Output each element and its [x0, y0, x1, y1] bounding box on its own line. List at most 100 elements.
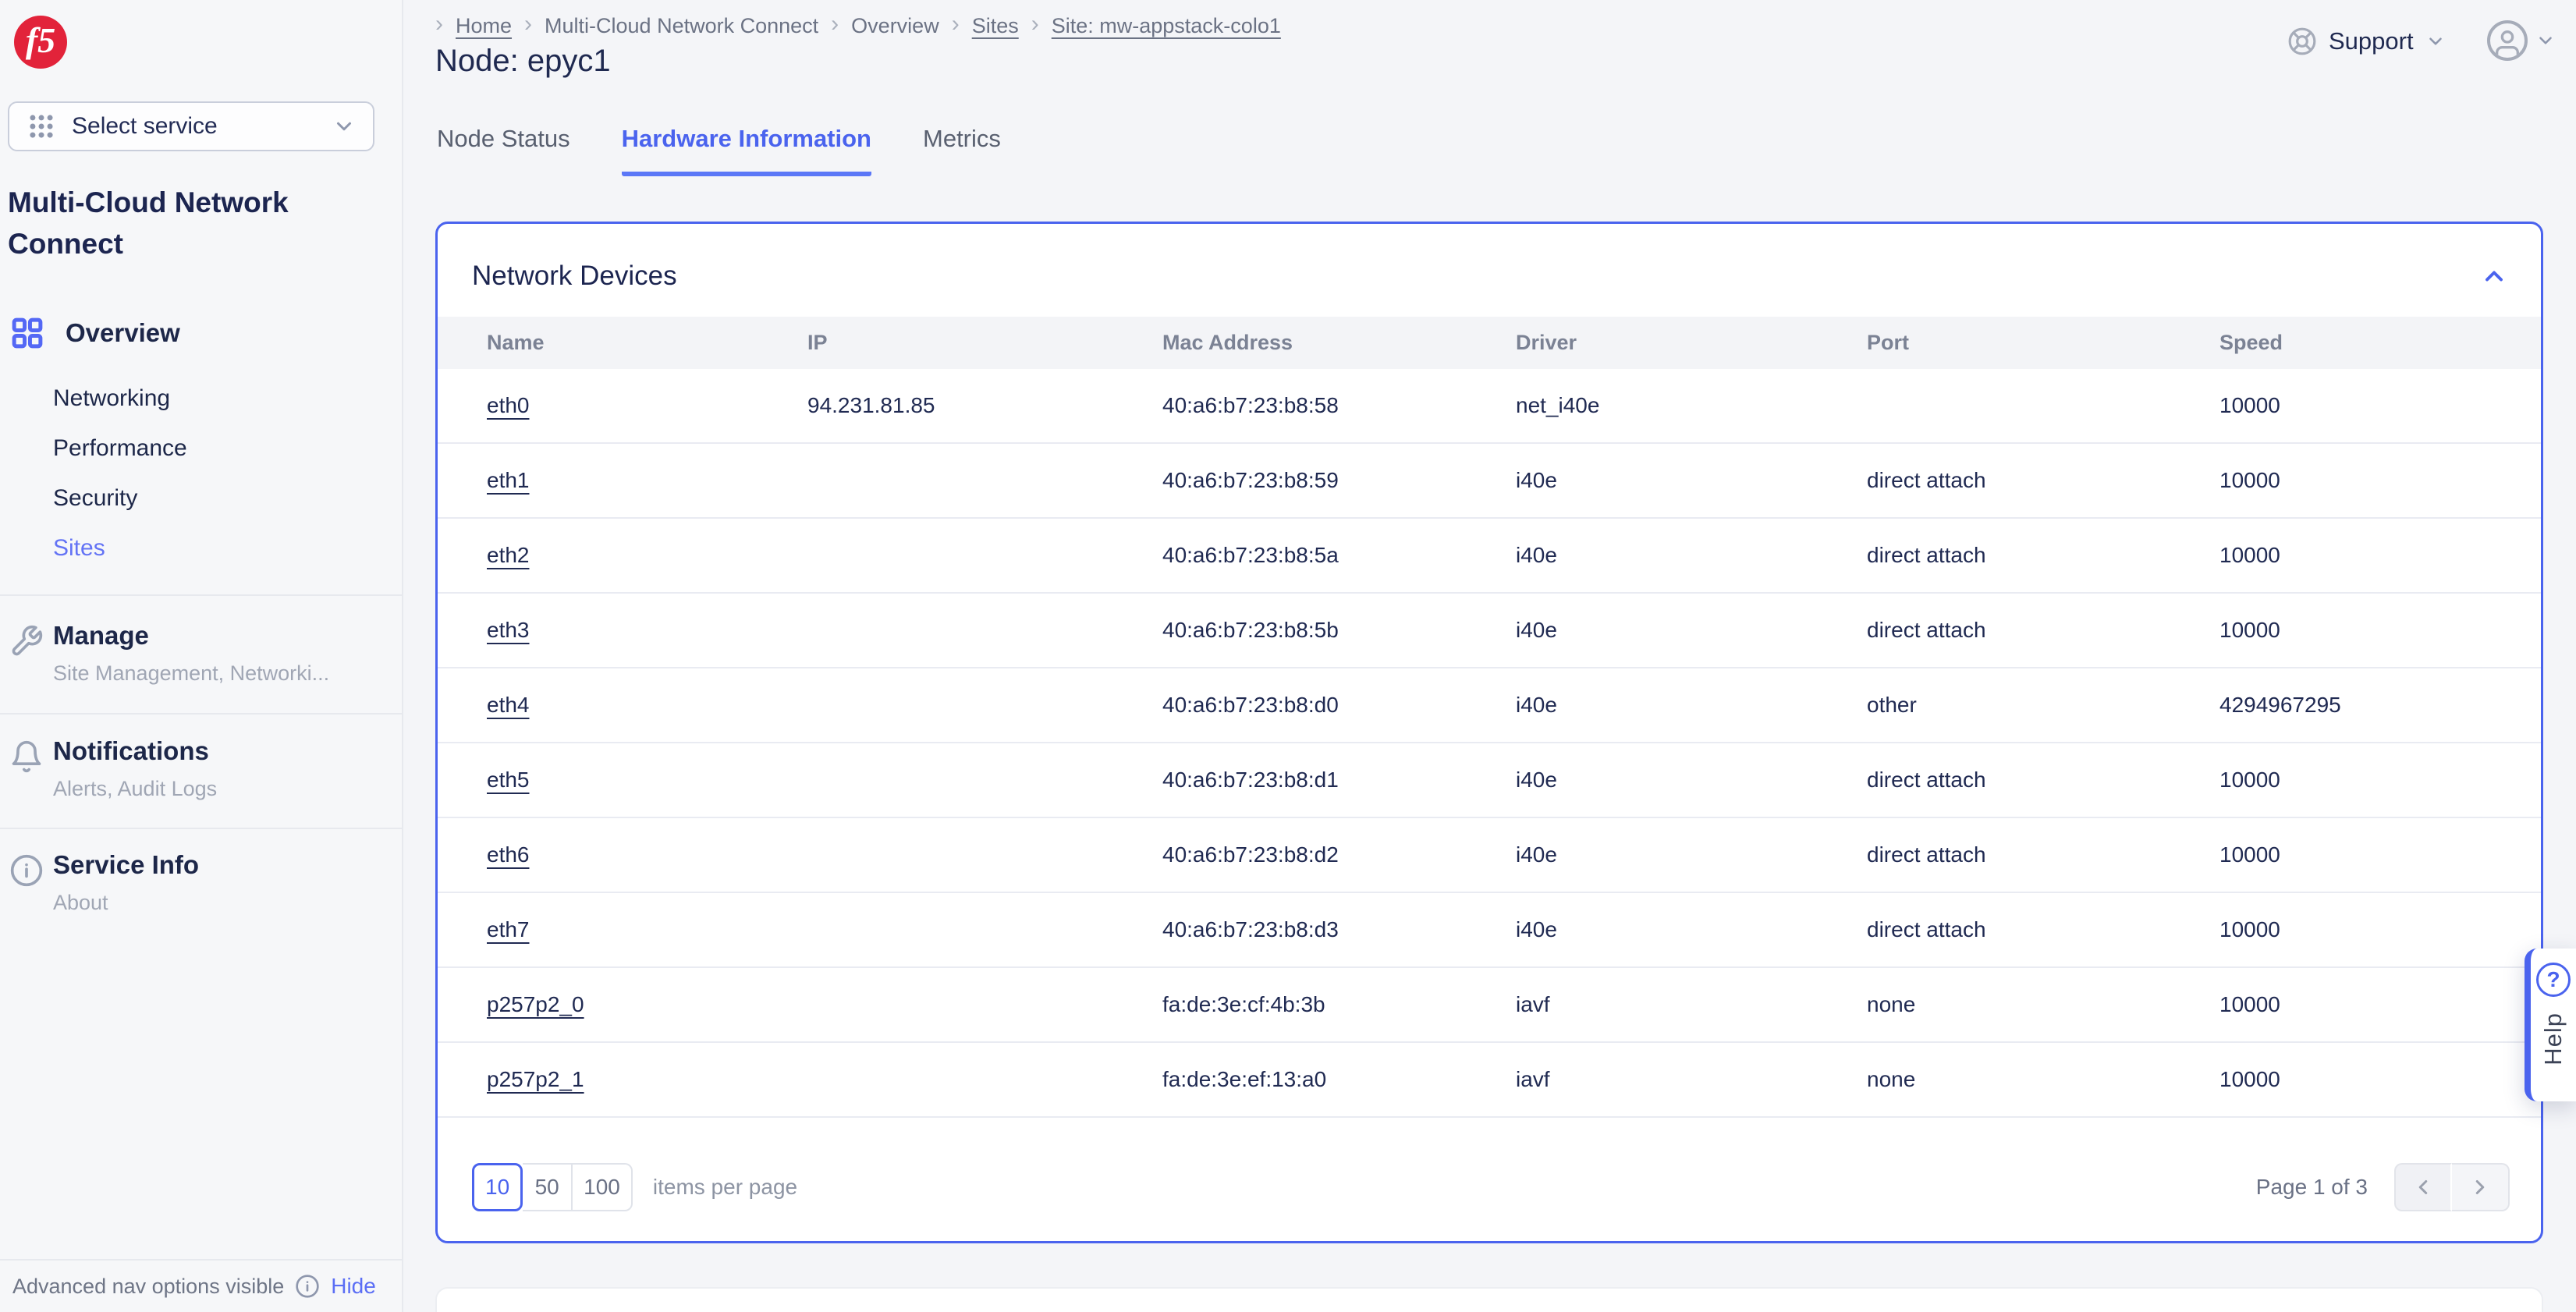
sidebar-item-subtitle: Alerts, Audit Logs: [53, 777, 218, 800]
device-name-link[interactable]: eth0: [487, 393, 530, 417]
device-name-link[interactable]: eth2: [487, 543, 530, 567]
table-row: eth7 40:a6:b7:23:b8:d3 i40e direct attac…: [438, 893, 2541, 968]
table-row: eth2 40:a6:b7:23:b8:5a i40e direct attac…: [438, 519, 2541, 594]
cell-mac: 40:a6:b7:23:b8:5a: [1162, 543, 1339, 567]
cell-port: direct attach: [1867, 917, 1986, 941]
select-service-label: Select service: [72, 113, 218, 139]
breadcrumb-item[interactable]: Home: [456, 14, 512, 38]
sidebar-divider: [0, 828, 402, 829]
page-size-100-button[interactable]: 100: [573, 1163, 633, 1211]
cell-speed: 10000: [2219, 618, 2280, 642]
cell-ip: 94.231.81.85: [807, 393, 935, 417]
collapse-section-button[interactable]: [2480, 262, 2508, 290]
device-name-link[interactable]: p257p2_0: [487, 992, 584, 1016]
column-header: Port: [1867, 331, 1909, 354]
hide-nav-link[interactable]: Hide: [331, 1274, 376, 1299]
cell-port: direct attach: [1867, 543, 1986, 567]
pagination-bar: 10 50 100 items per page Page 1 of 3: [438, 1118, 2541, 1211]
question-mark-icon: ?: [2536, 963, 2571, 997]
cell-mac: fa:de:3e:cf:4b:3b: [1162, 992, 1325, 1016]
device-name-link[interactable]: p257p2_1: [487, 1067, 584, 1091]
chevron-down-icon: [332, 115, 356, 138]
sidebar-item-subtitle: About: [53, 891, 108, 914]
tab-hardware-information[interactable]: Hardware Information: [621, 125, 871, 176]
sidebar-item-service-info[interactable]: Service Info About: [0, 850, 402, 915]
sidebar-item-security[interactable]: Security: [53, 485, 137, 512]
next-page-button[interactable]: [2452, 1163, 2510, 1211]
cell-speed: 10000: [2219, 393, 2280, 417]
sidebar-item-label: Overview: [66, 318, 180, 347]
tab-bar: Node Status Hardware Information Metrics: [437, 125, 1001, 176]
breadcrumb: › Home › Multi-Cloud Network Connect › O…: [435, 12, 1281, 39]
cell-speed: 10000: [2219, 917, 2280, 941]
sidebar-item-performance[interactable]: Performance: [53, 435, 187, 462]
tab-metrics[interactable]: Metrics: [923, 125, 1001, 176]
breadcrumb-item[interactable]: Multi-Cloud Network Connect: [545, 14, 818, 38]
device-name-link[interactable]: eth3: [487, 618, 530, 642]
chevron-down-icon: [2535, 30, 2556, 51]
tab-node-status[interactable]: Node Status: [437, 125, 570, 176]
cell-speed: 10000: [2219, 543, 2280, 567]
device-name-link[interactable]: eth7: [487, 917, 530, 941]
sidebar-divider: [0, 594, 402, 596]
table-row: eth1 40:a6:b7:23:b8:59 i40e direct attac…: [438, 444, 2541, 519]
account-menu[interactable]: [2487, 20, 2556, 61]
column-header: Mac Address: [1162, 331, 1293, 354]
cell-speed: 10000: [2219, 468, 2280, 492]
table-row: eth3 40:a6:b7:23:b8:5b i40e direct attac…: [438, 594, 2541, 668]
wrench-icon: [9, 624, 44, 658]
sidebar-item-notifications[interactable]: Notifications Alerts, Audit Logs: [0, 736, 402, 801]
breadcrumb-item[interactable]: Sites: [972, 14, 1019, 38]
cell-mac: 40:a6:b7:23:b8:d2: [1162, 842, 1339, 867]
page-title: Node: epyc1: [435, 44, 611, 78]
breadcrumb-item[interactable]: Overview: [851, 14, 939, 38]
service-title: Multi-Cloud Network Connect: [8, 186, 289, 260]
apps-grid-icon: [27, 112, 56, 141]
sidebar-item-manage[interactable]: Manage Site Management, Networki...: [0, 621, 402, 686]
device-name-link[interactable]: eth1: [487, 468, 530, 492]
breadcrumb-separator: ›: [435, 11, 443, 37]
breadcrumb-separator: ›: [831, 11, 839, 37]
cell-port: direct attach: [1867, 768, 1986, 792]
sidebar-footer: Advanced nav options visible Hide: [0, 1259, 402, 1312]
cell-port: other: [1867, 693, 1917, 717]
column-header: Name: [487, 331, 545, 354]
cell-speed: 10000: [2219, 1067, 2280, 1091]
column-header: Driver: [1516, 331, 1577, 354]
cell-driver: net_i40e: [1516, 393, 1600, 417]
cell-driver: iavf: [1516, 992, 1550, 1016]
breadcrumb-separator: ›: [1031, 11, 1039, 37]
sidebar-item-overview[interactable]: Overview: [9, 315, 180, 351]
device-name-link[interactable]: eth6: [487, 842, 530, 867]
select-service-dropdown[interactable]: Select service: [8, 101, 374, 151]
cell-port: none: [1867, 1067, 1916, 1091]
help-button[interactable]: ? Help: [2525, 949, 2576, 1101]
next-section-card: [435, 1287, 2543, 1312]
breadcrumb-item[interactable]: Site: mw-appstack-colo1: [1052, 14, 1281, 38]
page-size-50-button[interactable]: 50: [523, 1163, 573, 1211]
cell-driver: i40e: [1516, 693, 1557, 717]
app-root: f5 Select service Multi-Cloud Network Co…: [0, 0, 2576, 1312]
previous-page-button[interactable]: [2394, 1163, 2452, 1211]
cell-speed: 10000: [2219, 768, 2280, 792]
support-menu[interactable]: Support: [2287, 27, 2446, 56]
f5-logo: f5: [14, 16, 67, 69]
cell-port: direct attach: [1867, 618, 1986, 642]
cell-driver: i40e: [1516, 618, 1557, 642]
chevron-down-icon: [2425, 31, 2446, 51]
table-row: p257p2_1 fa:de:3e:ef:13:a0 iavf none 100…: [438, 1043, 2541, 1118]
network-devices-card: Network Devices Name IP Mac Address Driv…: [435, 222, 2543, 1243]
device-name-link[interactable]: eth5: [487, 768, 530, 792]
sidebar-item-sites[interactable]: Sites: [53, 535, 105, 562]
cell-speed: 4294967295: [2219, 693, 2341, 717]
cell-port: none: [1867, 992, 1916, 1016]
lifebuoy-icon: [2287, 27, 2317, 56]
cell-speed: 10000: [2219, 992, 2280, 1016]
table-header-row: Name IP Mac Address Driver Port Speed: [438, 317, 2541, 369]
avatar: [2487, 20, 2528, 61]
device-name-link[interactable]: eth4: [487, 693, 530, 717]
page-size-10-button[interactable]: 10: [472, 1163, 523, 1211]
sidebar-item-networking[interactable]: Networking: [53, 385, 170, 412]
breadcrumb-separator: ›: [524, 11, 533, 37]
table-row: eth4 40:a6:b7:23:b8:d0 i40e other 429496…: [438, 668, 2541, 743]
